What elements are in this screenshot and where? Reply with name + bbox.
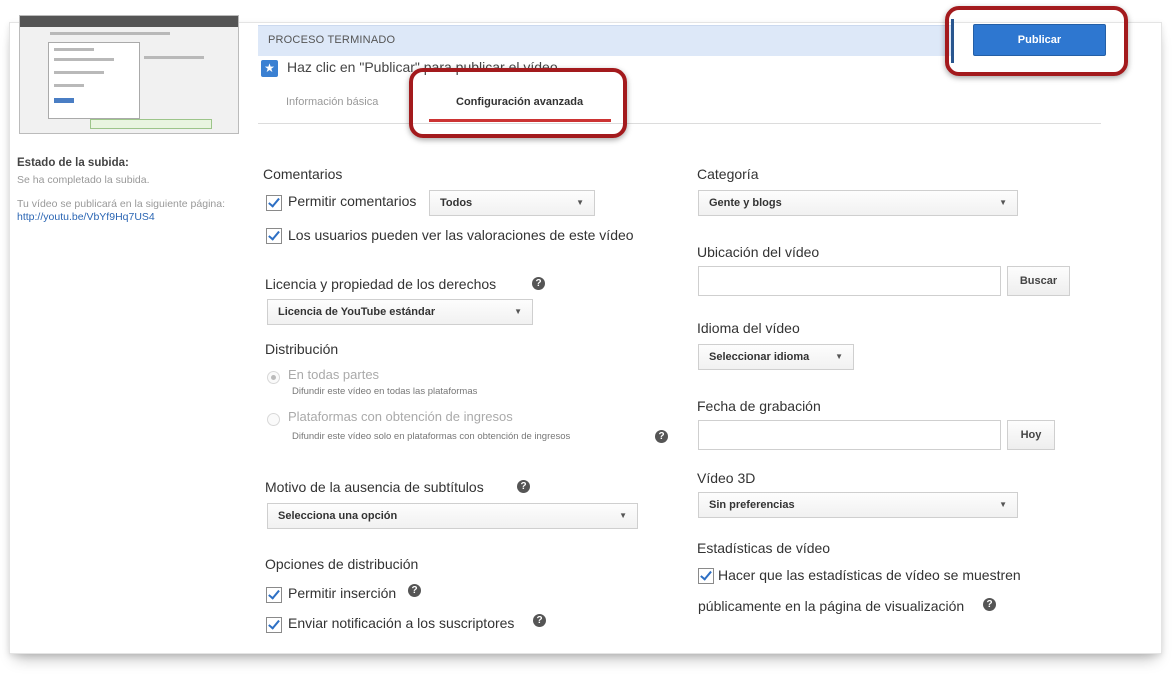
distribution-everywhere-radio[interactable]: [267, 371, 280, 384]
show-ratings-checkbox[interactable]: [266, 228, 282, 244]
category-select[interactable]: Gente y blogs ▼: [698, 190, 1018, 216]
help-icon[interactable]: ?: [655, 430, 668, 443]
comments-select[interactable]: Todos ▼: [429, 190, 595, 216]
today-button[interactable]: Hoy: [1007, 420, 1055, 450]
distribution-monetized-radio[interactable]: [267, 413, 280, 426]
help-icon[interactable]: ?: [408, 584, 421, 597]
license-select[interactable]: Licencia de YouTube estándar ▼: [267, 299, 533, 325]
help-icon[interactable]: ?: [517, 480, 530, 493]
upload-note: Tu vídeo se publicará en la siguiente pá…: [17, 198, 227, 224]
distribution-everywhere-label: En todas partes: [288, 367, 380, 382]
video3d-heading: Vídeo 3D: [697, 470, 756, 486]
chevron-down-icon: ▼: [835, 352, 843, 361]
subtitles-select[interactable]: Selecciona una opción ▼: [267, 503, 638, 529]
help-icon[interactable]: ?: [532, 277, 545, 290]
comments-heading: Comentarios: [263, 166, 343, 182]
chevron-down-icon: ▼: [999, 500, 1007, 509]
location-input[interactable]: [698, 266, 1001, 296]
category-select-value: Gente y blogs: [709, 197, 782, 209]
notify-subscribers-label: Enviar notificación a los suscriptores: [288, 615, 515, 631]
video3d-select[interactable]: Sin preferencias ▼: [698, 492, 1018, 518]
highlight-publish: [945, 6, 1128, 76]
subtitles-heading: Motivo de la ausencia de subtítulos: [265, 479, 484, 495]
chevron-down-icon: ▼: [619, 511, 627, 520]
help-icon[interactable]: ?: [983, 598, 996, 611]
comments-select-value: Todos: [440, 197, 473, 209]
public-stats-label-line2: públicamente en la página de visualizaci…: [698, 598, 965, 614]
show-ratings-label: Los usuarios pueden ver las valoraciones…: [288, 227, 634, 243]
public-stats-checkbox[interactable]: [698, 568, 714, 584]
category-heading: Categoría: [697, 166, 759, 182]
distribution-monetized-desc: Difundir este vídeo solo en plataformas …: [292, 431, 571, 442]
chevron-down-icon: ▼: [514, 307, 522, 316]
notify-subscribers-checkbox[interactable]: [266, 617, 282, 633]
distribution-heading: Distribución: [265, 341, 339, 357]
video-thumbnail: [19, 15, 239, 134]
star-icon: ★: [261, 60, 278, 77]
highlight-advanced-tab: [409, 68, 627, 138]
language-select[interactable]: Seleccionar idioma ▼: [698, 344, 854, 370]
distribution-everywhere-desc: Difundir este vídeo en todas las platafo…: [292, 386, 478, 397]
allow-embed-checkbox[interactable]: [266, 587, 282, 603]
upload-status-message: Se ha completado la subida.: [17, 174, 150, 186]
chevron-down-icon: ▼: [999, 198, 1007, 207]
recording-date-input[interactable]: [698, 420, 1001, 450]
allow-comments-checkbox[interactable]: [266, 195, 282, 211]
tab-basic-info[interactable]: Información básica: [286, 96, 378, 108]
chevron-down-icon: ▼: [576, 198, 584, 207]
process-label: PROCESO TERMINADO: [268, 34, 396, 46]
video-url-link[interactable]: http://youtu.be/VbYf9Hq7US4: [17, 211, 155, 223]
stats-heading: Estadísticas de vídeo: [697, 540, 831, 556]
language-select-value: Seleccionar idioma: [709, 351, 810, 363]
distribution-monetized-label: Plataformas con obtención de ingresos: [288, 409, 513, 424]
upload-status-title: Estado de la subida:: [17, 157, 129, 169]
recording-date-heading: Fecha de grabación: [697, 398, 821, 414]
search-location-button[interactable]: Buscar: [1007, 266, 1070, 296]
location-heading: Ubicación del vídeo: [697, 244, 820, 260]
tabs-divider: [258, 123, 1101, 124]
help-icon[interactable]: ?: [533, 614, 546, 627]
language-heading: Idioma del vídeo: [697, 320, 800, 336]
video3d-select-value: Sin preferencias: [709, 499, 795, 511]
license-select-value: Licencia de YouTube estándar: [278, 306, 436, 318]
allow-embed-label: Permitir inserción: [288, 585, 397, 601]
allow-comments-label: Permitir comentarios: [288, 193, 417, 209]
license-heading: Licencia y propiedad de los derechos: [265, 276, 497, 292]
subtitles-select-value: Selecciona una opción: [278, 510, 398, 522]
distribution-options-heading: Opciones de distribución: [265, 556, 419, 572]
upload-note-text: Tu vídeo se publicará en la siguiente pá…: [17, 198, 226, 210]
public-stats-label-line1: Hacer que las estadísticas de vídeo se m…: [718, 567, 1021, 583]
